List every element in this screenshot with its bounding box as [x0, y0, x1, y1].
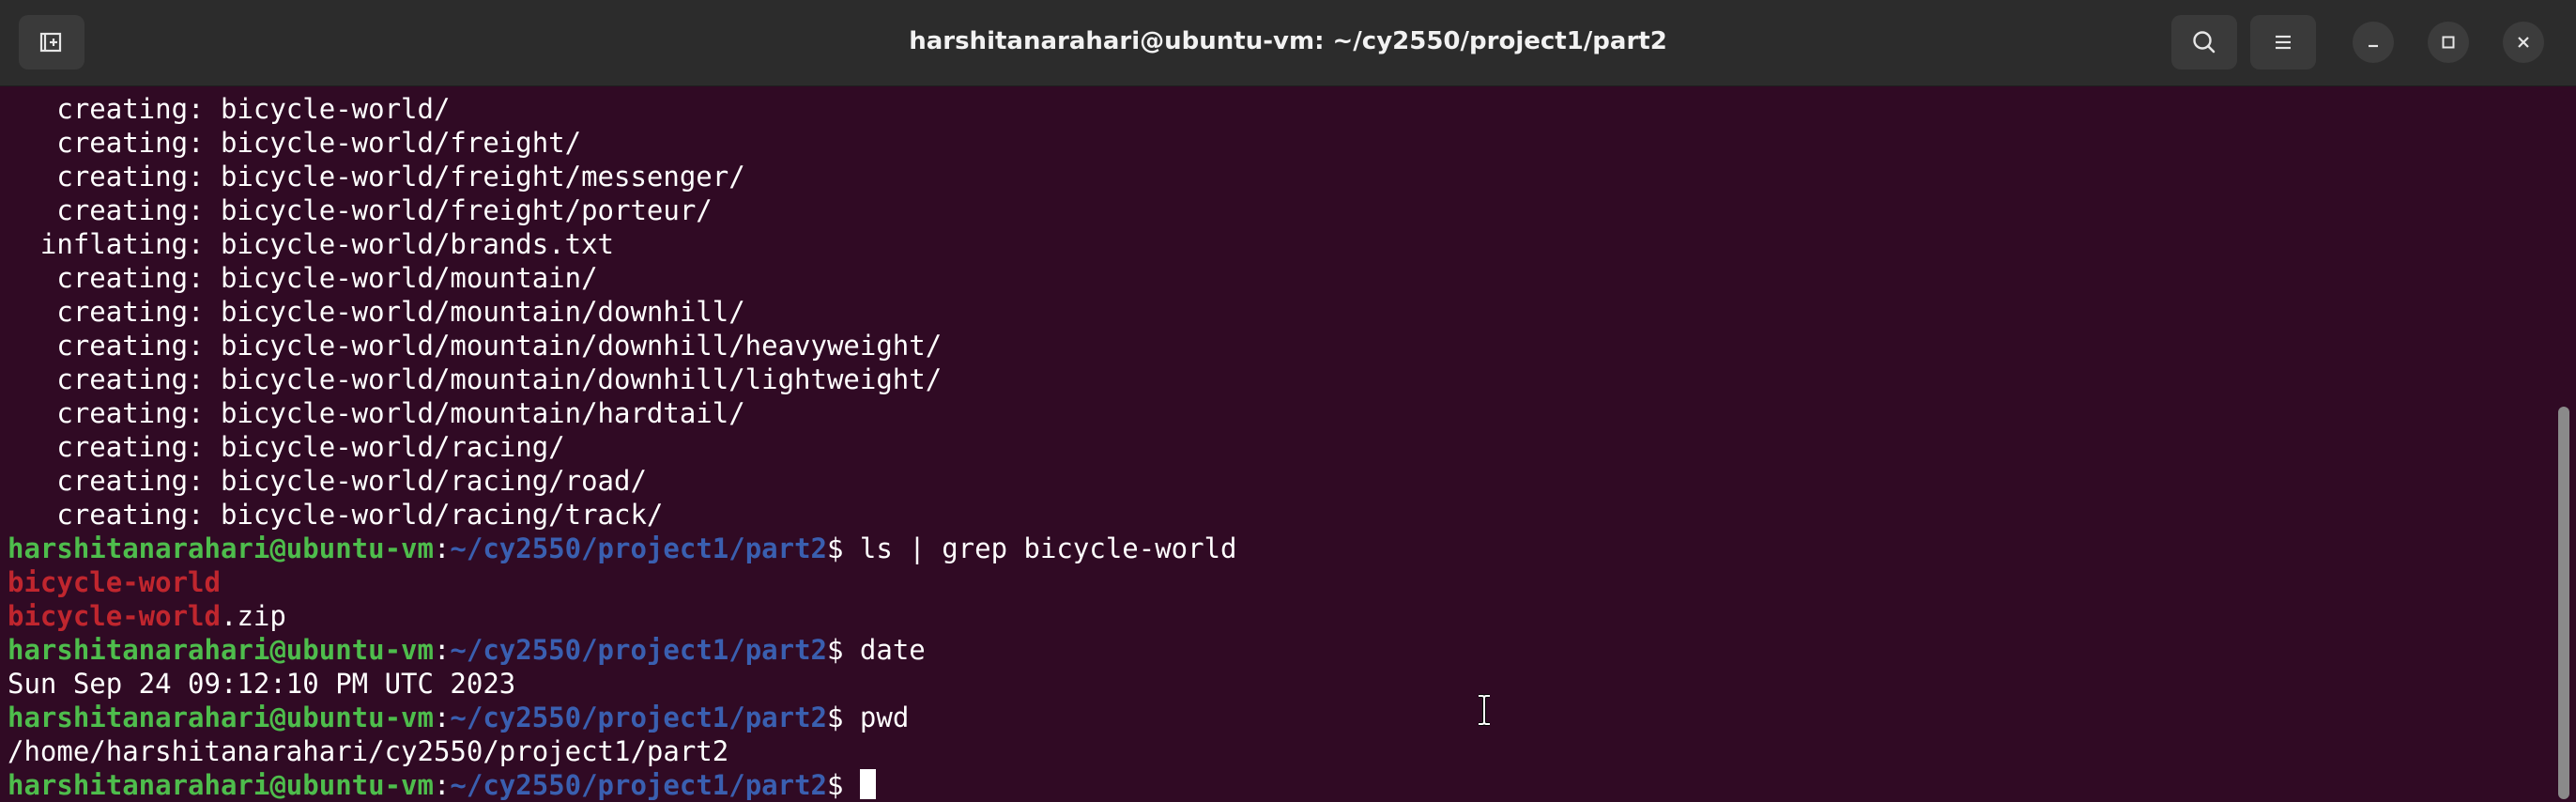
output-line: creating: bicycle-world/mountain/downhil…: [8, 296, 745, 328]
output-line: creating: bicycle-world/mountain/downhil…: [8, 363, 943, 395]
close-button[interactable]: [2503, 22, 2544, 63]
prompt-line: harshitanarahari@ubuntu-vm:~/cy2550/proj…: [8, 532, 1237, 565]
output-line: creating: bicycle-world/racing/road/: [8, 465, 647, 497]
output-line: creating: bicycle-world/freight/messenge…: [8, 161, 745, 193]
prompt-colon: :: [433, 532, 451, 564]
prompt-path: ~/cy2550/project1/part2: [450, 532, 827, 564]
new-tab-button[interactable]: [19, 15, 84, 69]
hamburger-menu-icon: [2276, 35, 2291, 50]
grep-result-line: bicycle-world.zip: [8, 599, 1237, 633]
command-text: date: [859, 634, 926, 666]
close-icon: [2518, 37, 2529, 48]
scrollbar-thumb[interactable]: [2558, 407, 2569, 799]
command-text: ls | grep bicycle-world: [859, 532, 1237, 564]
prompt-dollar: $: [827, 532, 860, 564]
minimize-button[interactable]: [2353, 22, 2394, 63]
maximize-button[interactable]: [2428, 22, 2469, 63]
output-line: creating: bicycle-world/freight/: [8, 127, 582, 159]
prompt-colon: :: [433, 769, 451, 801]
output-line: creating: bicycle-world/freight/porteur/: [8, 194, 713, 226]
terminal-area[interactable]: creating: bicycle-world/ creating: bicyc…: [0, 85, 2544, 802]
prompt-line: harshitanarahari@ubuntu-vm:~/cy2550/proj…: [8, 701, 1237, 734]
prompt-user-host: harshitanarahari@ubuntu-vm: [8, 769, 434, 801]
text-cursor-ibeam-icon: [1479, 694, 1490, 726]
prompt-colon: :: [433, 702, 451, 733]
minimize-icon: [2369, 44, 2378, 48]
command-output: /home/harshitanarahari/cy2550/project1/p…: [8, 735, 729, 767]
maximize-icon: [2442, 36, 2455, 49]
grep-match: bicycle-world: [8, 566, 221, 598]
prompt-user-host: harshitanarahari@ubuntu-vm: [8, 634, 434, 666]
text-cursor: [859, 769, 876, 799]
search-button[interactable]: [2171, 15, 2237, 69]
window-titlebar: harshitanarahari@ubuntu-vm: ~/cy2550/pro…: [0, 0, 2576, 86]
command-output: Sun Sep 24 09:12:10 PM UTC 2023: [8, 668, 516, 700]
active-prompt-line[interactable]: harshitanarahari@ubuntu-vm:~/cy2550/proj…: [8, 768, 1237, 802]
output-line: creating: bicycle-world/mountain/downhil…: [8, 330, 943, 362]
prompt-path: ~/cy2550/project1/part2: [450, 702, 827, 733]
grep-result-line: bicycle-world: [8, 565, 1237, 599]
prompt-dollar: $: [827, 702, 860, 733]
prompt-colon: :: [433, 634, 451, 666]
prompt-dollar: $: [827, 634, 860, 666]
search-icon: [2193, 31, 2216, 54]
prompt-path: ~/cy2550/project1/part2: [450, 769, 827, 801]
grep-match: bicycle-world: [8, 600, 221, 632]
prompt-path: ~/cy2550/project1/part2: [450, 634, 827, 666]
output-line: creating: bicycle-world/racing/track/: [8, 499, 664, 531]
output-line: creating: bicycle-world/mountain/: [8, 262, 598, 294]
grep-rest: .zip: [220, 600, 286, 632]
terminal-output: creating: bicycle-world/ creating: bicyc…: [8, 92, 1237, 802]
vertical-scrollbar[interactable]: [2548, 85, 2576, 802]
prompt-line: harshitanarahari@ubuntu-vm:~/cy2550/proj…: [8, 633, 1237, 667]
new-tab-icon: [39, 32, 62, 53]
output-line: inflating: bicycle-world/brands.txt: [8, 228, 615, 260]
menu-button[interactable]: [2250, 15, 2316, 69]
output-line: creating: bicycle-world/racing/: [8, 431, 565, 463]
command-text: pwd: [859, 702, 910, 733]
prompt-dollar: $: [827, 769, 860, 801]
prompt-user-host: harshitanarahari@ubuntu-vm: [8, 532, 434, 564]
output-line: creating: bicycle-world/mountain/hardtai…: [8, 397, 745, 429]
prompt-user-host: harshitanarahari@ubuntu-vm: [8, 702, 434, 733]
output-line: creating: bicycle-world/: [8, 93, 451, 125]
